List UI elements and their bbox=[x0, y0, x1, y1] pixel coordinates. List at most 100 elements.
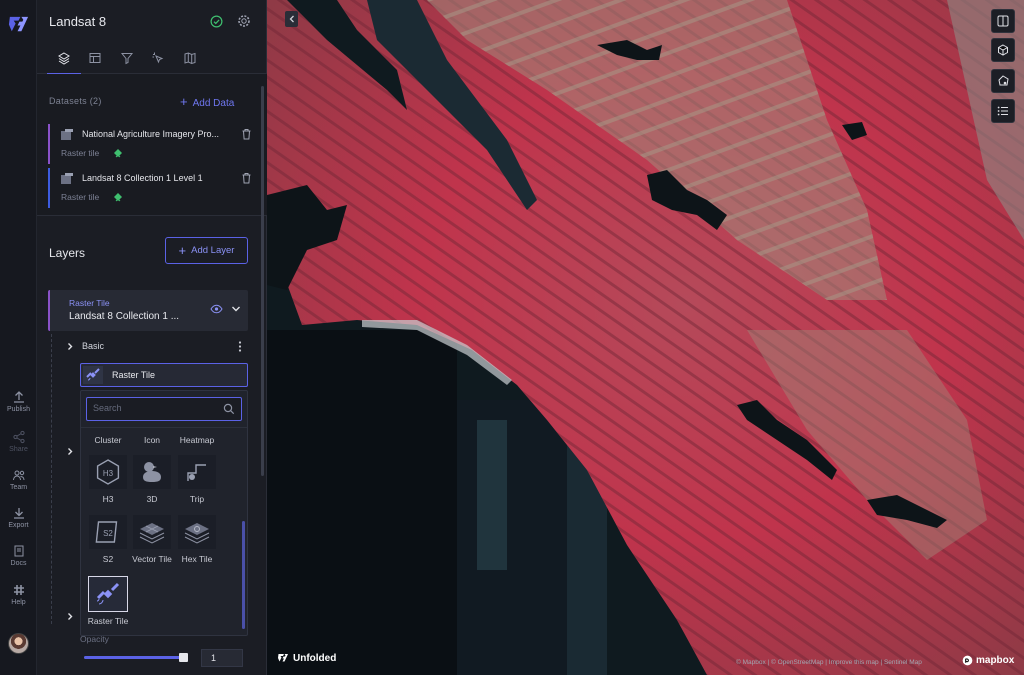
3d-view-button[interactable] bbox=[991, 38, 1015, 62]
add-data-button[interactable]: + Add Data bbox=[180, 94, 234, 109]
layer-option-cluster[interactable]: Cluster bbox=[83, 435, 133, 445]
dataset-type: Raster tile bbox=[61, 192, 100, 202]
layer-option-vector-tile[interactable]: Vector Tile bbox=[127, 515, 177, 564]
unfolded-brand[interactable]: Unfolded bbox=[277, 652, 336, 664]
team-button[interactable]: Team bbox=[0, 468, 37, 491]
publish-label: Publish bbox=[7, 406, 30, 413]
page-title: Landsat 8 bbox=[49, 14, 107, 29]
opacity-slider-fill bbox=[84, 656, 188, 659]
opacity-slider-handle[interactable] bbox=[179, 653, 188, 662]
search-field[interactable] bbox=[86, 397, 242, 421]
layer-option-icon[interactable]: Icon bbox=[127, 435, 177, 445]
layer-option-raster-tile[interactable]: Raster Tile bbox=[83, 576, 133, 626]
docs-button[interactable]: Docs bbox=[0, 544, 37, 567]
option-label: 3D bbox=[146, 494, 158, 504]
svg-text:S2: S2 bbox=[103, 529, 113, 538]
option-label: Trip bbox=[189, 494, 205, 504]
search-input[interactable] bbox=[93, 403, 213, 413]
map-icon bbox=[184, 52, 196, 65]
more-vertical-icon[interactable] bbox=[238, 341, 242, 352]
unfolded-logo-icon bbox=[278, 654, 288, 662]
option-label: Vector Tile bbox=[132, 554, 172, 564]
layer-option-h3[interactable]: H3 H3 bbox=[83, 455, 133, 504]
map-canvas[interactable] bbox=[267, 0, 1024, 675]
avatar[interactable] bbox=[8, 633, 29, 654]
divider bbox=[81, 427, 247, 428]
s2-icon: S2 bbox=[89, 515, 127, 549]
trash-icon[interactable] bbox=[241, 172, 252, 184]
publish-button[interactable]: Publish bbox=[0, 390, 37, 413]
slack-icon bbox=[13, 585, 24, 595]
cursor-icon bbox=[152, 52, 164, 64]
plus-icon: + bbox=[180, 94, 188, 109]
dataset-item[interactable]: National Agriculture Imagery Pro... Rast… bbox=[48, 124, 252, 164]
upload-icon bbox=[13, 391, 24, 403]
tab-interactions[interactable] bbox=[84, 48, 106, 68]
chevron-left-icon bbox=[289, 15, 294, 23]
gear-icon[interactable] bbox=[237, 14, 251, 28]
trash-icon[interactable] bbox=[241, 128, 252, 140]
tab-interaction-cursor[interactable] bbox=[147, 48, 169, 68]
layer-type-dropdown: Cluster Icon Heatmap H3 H3 3D Trip S2 S2 bbox=[80, 390, 248, 636]
dropdown-scrollbar[interactable] bbox=[242, 521, 245, 629]
opacity-value-input[interactable]: 1 bbox=[201, 649, 243, 667]
trip-icon bbox=[178, 455, 216, 489]
layer-option-heatmap[interactable]: Heatmap bbox=[172, 435, 222, 445]
mapbox-label: mapbox bbox=[976, 655, 1015, 666]
export-label: Export bbox=[8, 522, 29, 529]
unfolded-logo-icon[interactable] bbox=[7, 13, 30, 36]
chevron-right-icon[interactable] bbox=[66, 342, 74, 351]
help-button[interactable]: Help bbox=[0, 583, 37, 606]
export-button[interactable]: Export bbox=[0, 506, 37, 529]
layer-type-select[interactable]: Raster Tile bbox=[80, 363, 248, 387]
layer-kind: Raster Tile bbox=[69, 298, 110, 308]
dataset-item[interactable]: Landsat 8 Collection 1 Level 1 Raster ti… bbox=[48, 168, 252, 208]
tab-filters[interactable] bbox=[116, 48, 138, 68]
check-circle-icon bbox=[210, 15, 223, 28]
search-icon bbox=[223, 403, 235, 415]
list-icon bbox=[997, 106, 1008, 116]
layer-option-trip[interactable]: Trip bbox=[172, 455, 222, 504]
share-icon bbox=[12, 430, 25, 444]
add-layer-button[interactable]: + Add Layer bbox=[165, 237, 248, 264]
opacity-slider[interactable] bbox=[84, 653, 188, 662]
map-attribution[interactable]: © Mapbox | © OpenStreetMap | Improve thi… bbox=[736, 659, 922, 666]
legend-button[interactable] bbox=[991, 99, 1015, 123]
book-icon bbox=[14, 545, 23, 557]
option-label: S2 bbox=[102, 554, 114, 564]
mapbox-logo[interactable]: mapbox bbox=[962, 655, 1014, 666]
split-view-button[interactable] bbox=[991, 9, 1015, 33]
satellite-imagery bbox=[267, 0, 1024, 675]
chevron-right-icon[interactable] bbox=[66, 447, 74, 456]
layer-name: Landsat 8 Collection 1 ... bbox=[69, 311, 180, 322]
team-icon bbox=[12, 470, 24, 481]
tab-layers[interactable] bbox=[47, 48, 81, 75]
layer-option-s2[interactable]: S2 S2 bbox=[83, 515, 133, 564]
chevron-right-icon[interactable] bbox=[66, 612, 74, 621]
satellite-icon bbox=[88, 576, 128, 612]
draw-button[interactable] bbox=[991, 69, 1015, 93]
raster-dataset-icon bbox=[61, 173, 73, 184]
eye-icon[interactable] bbox=[210, 304, 223, 314]
polygon-draw-icon bbox=[998, 75, 1009, 86]
docs-label: Docs bbox=[10, 560, 27, 567]
layers-title: Layers bbox=[49, 246, 86, 260]
layer-option-3d[interactable]: 3D bbox=[127, 455, 177, 504]
panel-scrollbar[interactable] bbox=[261, 86, 264, 476]
chevron-down-icon[interactable] bbox=[231, 305, 241, 313]
download-icon bbox=[13, 508, 24, 519]
side-panel: Landsat 8 Datasets (2) + Add Data Nation… bbox=[37, 0, 267, 675]
collapse-panel-button[interactable] bbox=[285, 11, 298, 27]
option-label: H3 bbox=[102, 494, 114, 504]
layer-option-hex-tile[interactable]: Hex Tile bbox=[172, 515, 222, 564]
option-label: Icon bbox=[143, 435, 161, 445]
share-button[interactable]: Share bbox=[0, 430, 37, 453]
selected-layer-type: Raster Tile bbox=[112, 370, 156, 380]
layers-icon bbox=[58, 52, 70, 65]
team-label: Team bbox=[9, 484, 28, 491]
layer-card[interactable]: Raster Tile Landsat 8 Collection 1 ... bbox=[48, 290, 248, 331]
left-rail: Publish Share Team Export Docs Help bbox=[0, 0, 37, 675]
opacity-label: Opacity bbox=[80, 634, 109, 644]
tab-basemap[interactable] bbox=[179, 48, 201, 68]
basic-section-label[interactable]: Basic bbox=[82, 341, 104, 351]
